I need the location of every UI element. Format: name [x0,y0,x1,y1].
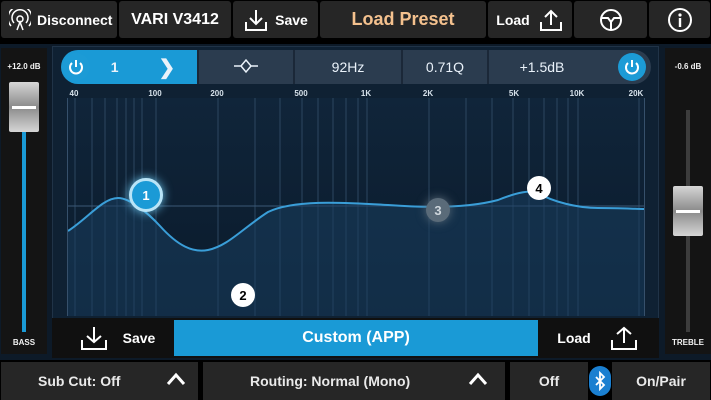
load-preset-label: Load Preset [351,9,455,29]
eq-node[interactable]: 4 [527,176,551,200]
band-number: 1 [110,59,119,75]
load-button[interactable]: Load [540,320,656,356]
routing-button[interactable]: Routing: Normal (Mono) [203,362,505,400]
info-icon [667,7,693,33]
bluetooth-onpair-button[interactable]: On/Pair [612,362,710,400]
header-load-label: Load [496,11,530,28]
eq-toolbar: 1 ❯ 92Hz 0.71Q +1.5dB [61,50,651,84]
upload-icon [609,324,639,352]
download-icon [79,324,109,352]
wireless-speaker-icon [7,4,33,31]
freq-tick-label: 20K [628,89,644,98]
freq-tick-label: 5K [508,89,520,98]
device-name: VARI V3412 [131,10,219,28]
freq-tick-label: 10K [569,89,585,98]
device-name-panel: VARI V3412 [119,1,231,38]
q-field[interactable]: 0.71Q [403,50,489,84]
steering-button[interactable] [574,1,647,38]
load-label: Load [557,330,591,346]
power-icon[interactable] [62,53,90,81]
header-save-label: Save [275,11,308,28]
load-preset-title: Load Preset [320,1,486,38]
eq-node[interactable]: 2 [231,283,255,307]
save-button[interactable]: Save [62,320,172,356]
subcut-button[interactable]: Sub Cut: Off [1,362,198,400]
filter-type-button[interactable] [199,50,295,84]
upload-icon [538,7,564,33]
save-label: Save [122,330,156,346]
bluetooth-icon [589,366,611,396]
eq-node[interactable]: 3 [426,198,450,222]
chevron-up-icon [468,372,488,389]
treble-sidebar: -0.6 dB TREBLE [665,48,711,354]
steering-wheel-icon [598,7,624,33]
download-icon [243,7,269,33]
freq-tick-label: 200 [210,89,224,98]
treble-slider-handle[interactable] [673,186,703,236]
bass-level: +12.0 dB [7,62,41,71]
treble-label: TREBLE [672,338,704,347]
frequency-field[interactable]: 92Hz [295,50,403,84]
chevron-up-icon [166,372,186,389]
bluetooth-off-button[interactable]: Off [510,362,588,400]
bass-slider-fill [22,128,26,332]
subcut-label: Sub Cut: Off [38,373,121,389]
preset-name-button[interactable]: Custom (APP) [174,320,538,356]
freq-tick-label: 40 [69,89,79,98]
bass-sidebar: +12.0 dB BASS [1,48,47,354]
freq-tick-label: 500 [294,89,308,98]
header-load-button[interactable]: Load [488,1,572,38]
preset-name: Custom (APP) [302,329,410,346]
routing-label: Routing: Normal (Mono) [250,373,411,389]
freq-tick-label: 1K [360,89,372,98]
freq-tick-label: 100 [148,89,162,98]
treble-level: -0.6 dB [674,62,702,71]
chevron-right-icon: ❯ [158,56,176,79]
disconnect-button[interactable]: Disconnect [1,1,117,38]
header-save-button[interactable]: Save [233,1,318,38]
bluetooth-off-label: Off [538,373,560,389]
bass-label: BASS [12,338,36,347]
eq-node[interactable]: 1 [129,178,163,212]
bluetooth-onpair-label: On/Pair [636,373,686,389]
peaking-filter-icon [232,57,260,78]
disconnect-label: Disconnect [37,11,113,28]
info-button[interactable] [649,1,710,38]
power-icon[interactable] [618,53,646,81]
eq-graph[interactable]: 1 2 3 4 [67,98,645,316]
gain-field[interactable]: +1.5dB [489,50,595,84]
bass-slider-handle[interactable] [9,82,39,132]
freq-tick-label: 2K [422,89,434,98]
